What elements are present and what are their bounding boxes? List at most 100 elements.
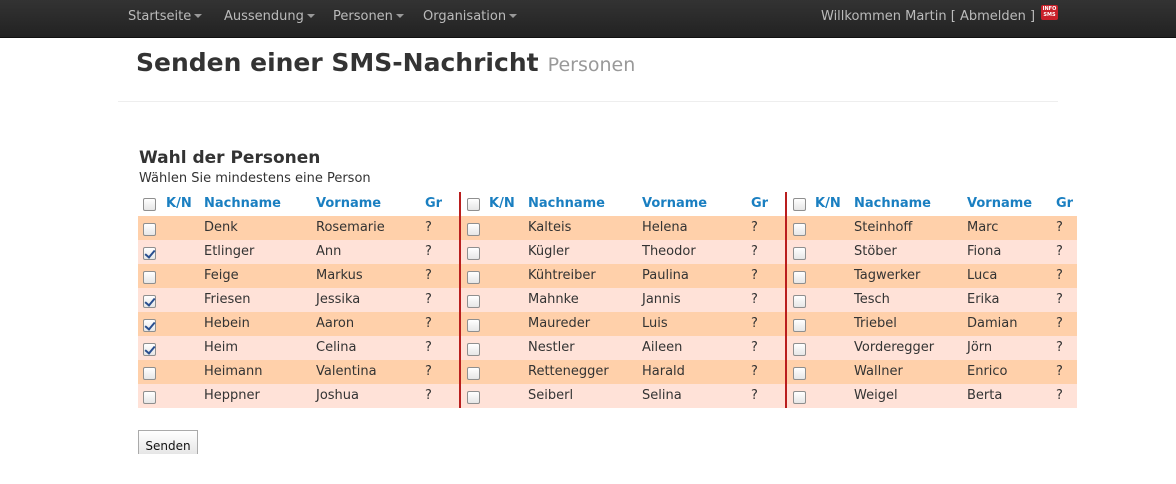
- header-vorname[interactable]: Vorname: [967, 192, 1032, 216]
- caret-down-icon: [395, 13, 404, 18]
- person-checkbox[interactable]: [467, 223, 480, 236]
- page-title: Senden einer SMS-Nachricht: [136, 48, 539, 77]
- person-group: ?: [425, 388, 432, 403]
- person-lastname: Triebel: [854, 316, 897, 331]
- person-firstname: Damian: [967, 316, 1018, 331]
- select-all-checkbox[interactable]: [793, 198, 806, 211]
- send-button[interactable]: Senden: [138, 430, 198, 454]
- page-subtitle: Personen: [547, 54, 636, 76]
- person-lastname: Kügler: [528, 244, 570, 259]
- header-gruppe[interactable]: Gr: [751, 192, 768, 216]
- person-group: ?: [425, 268, 432, 283]
- person-firstname: Aaron: [316, 316, 355, 331]
- person-firstname: Luca: [967, 268, 998, 283]
- nav-startseite[interactable]: Startseite: [128, 9, 203, 24]
- header-vorname[interactable]: Vorname: [316, 192, 381, 216]
- person-lastname: Wallner: [854, 364, 903, 379]
- select-all-checkbox[interactable]: [467, 198, 480, 211]
- page-header: Senden einer SMS-Nachricht Personen: [136, 48, 635, 77]
- header-kn[interactable]: K/N: [815, 192, 841, 216]
- header-kn[interactable]: K/N: [489, 192, 515, 216]
- person-checkbox[interactable]: [793, 343, 806, 356]
- header-kn[interactable]: K/N: [166, 192, 192, 216]
- person-checkbox[interactable]: [143, 343, 156, 356]
- person-checkbox[interactable]: [467, 247, 480, 260]
- header-gruppe[interactable]: Gr: [1056, 192, 1073, 216]
- logout-link[interactable]: Abmelden: [960, 9, 1026, 24]
- table-row: Friesen Jessika?: [138, 288, 459, 312]
- person-group: ?: [751, 268, 758, 283]
- person-firstname: Jessika: [316, 292, 361, 307]
- welcome-text: Willkommen Martin [ Abmelden ]: [821, 9, 1035, 24]
- person-lastname: Stöber: [854, 244, 897, 259]
- person-lastname: Maureder: [528, 316, 591, 331]
- nav-personen[interactable]: Personen: [333, 9, 404, 24]
- person-checkbox[interactable]: [467, 271, 480, 284]
- person-group: ?: [425, 292, 432, 307]
- person-lastname: Kalteis: [528, 220, 572, 235]
- person-checkbox[interactable]: [467, 391, 480, 404]
- person-checkbox[interactable]: [143, 271, 156, 284]
- nav-organisation[interactable]: Organisation: [423, 9, 518, 24]
- person-firstname: Paulina: [642, 268, 689, 283]
- section-title: Wahl der Personen: [139, 148, 321, 168]
- header-nachname[interactable]: Nachname: [528, 192, 605, 216]
- person-group: ?: [425, 364, 432, 379]
- table-row: Vorderegger Jörn?: [787, 336, 1077, 360]
- table-row: Wallner Enrico?: [787, 360, 1077, 384]
- person-checkbox[interactable]: [793, 295, 806, 308]
- person-firstname: Fiona: [967, 244, 1002, 259]
- person-checkbox[interactable]: [143, 247, 156, 260]
- person-checkbox[interactable]: [143, 367, 156, 380]
- table-row: Kügler Theodor?: [461, 240, 785, 264]
- person-lastname: Friesen: [204, 292, 251, 307]
- person-group: ?: [1056, 292, 1063, 307]
- person-lastname: Vorderegger: [854, 340, 935, 355]
- person-group: ?: [751, 388, 758, 403]
- caret-down-icon: [194, 13, 203, 18]
- person-firstname: Erika: [967, 292, 1000, 307]
- table-row: Tagwerker Luca?: [787, 264, 1077, 288]
- person-checkbox[interactable]: [793, 319, 806, 332]
- header-nachname[interactable]: Nachname: [854, 192, 931, 216]
- person-checkbox[interactable]: [143, 319, 156, 332]
- person-firstname: Helena: [642, 220, 688, 235]
- table-row: Stöber Fiona?: [787, 240, 1077, 264]
- person-group: ?: [425, 244, 432, 259]
- person-checkbox[interactable]: [467, 295, 480, 308]
- person-checkbox[interactable]: [793, 247, 806, 260]
- table-row: Kühtreiber Paulina?: [461, 264, 785, 288]
- person-lastname: Rettenegger: [528, 364, 609, 379]
- table-row: Mahnke Jannis?: [461, 288, 785, 312]
- person-checkbox[interactable]: [143, 391, 156, 404]
- person-checkbox[interactable]: [143, 223, 156, 236]
- table-row: Rettenegger Harald?: [461, 360, 785, 384]
- table-row: Kalteis Helena?: [461, 216, 785, 240]
- person-checkbox[interactable]: [793, 367, 806, 380]
- person-checkbox[interactable]: [793, 223, 806, 236]
- person-lastname: Heppner: [204, 388, 260, 403]
- person-checkbox[interactable]: [467, 367, 480, 380]
- nav-aussendung[interactable]: Aussendung: [224, 9, 315, 24]
- table-header-row: K/N Nachname Vorname Gr: [461, 192, 785, 216]
- person-checkbox[interactable]: [143, 295, 156, 308]
- table-row: Seiberl Selina?: [461, 384, 785, 408]
- person-group: ?: [1056, 244, 1063, 259]
- person-checkbox[interactable]: [467, 319, 480, 332]
- header-divider: [118, 101, 1058, 102]
- header-gruppe[interactable]: Gr: [425, 192, 442, 216]
- person-checkbox[interactable]: [467, 343, 480, 356]
- table-header-row: K/N Nachname Vorname Gr: [138, 192, 459, 216]
- person-group: ?: [751, 244, 758, 259]
- person-checkbox[interactable]: [793, 271, 806, 284]
- select-all-checkbox[interactable]: [143, 198, 156, 211]
- person-group: ?: [1056, 340, 1063, 355]
- person-checkbox[interactable]: [793, 391, 806, 404]
- top-navbar: Startseite Aussendung Personen Organisat…: [0, 0, 1176, 38]
- person-lastname: Steinhoff: [854, 220, 913, 235]
- person-group: ?: [1056, 388, 1063, 403]
- header-vorname[interactable]: Vorname: [642, 192, 707, 216]
- header-nachname[interactable]: Nachname: [204, 192, 281, 216]
- table-row: Heim Celina?: [138, 336, 459, 360]
- table-row: Feige Markus?: [138, 264, 459, 288]
